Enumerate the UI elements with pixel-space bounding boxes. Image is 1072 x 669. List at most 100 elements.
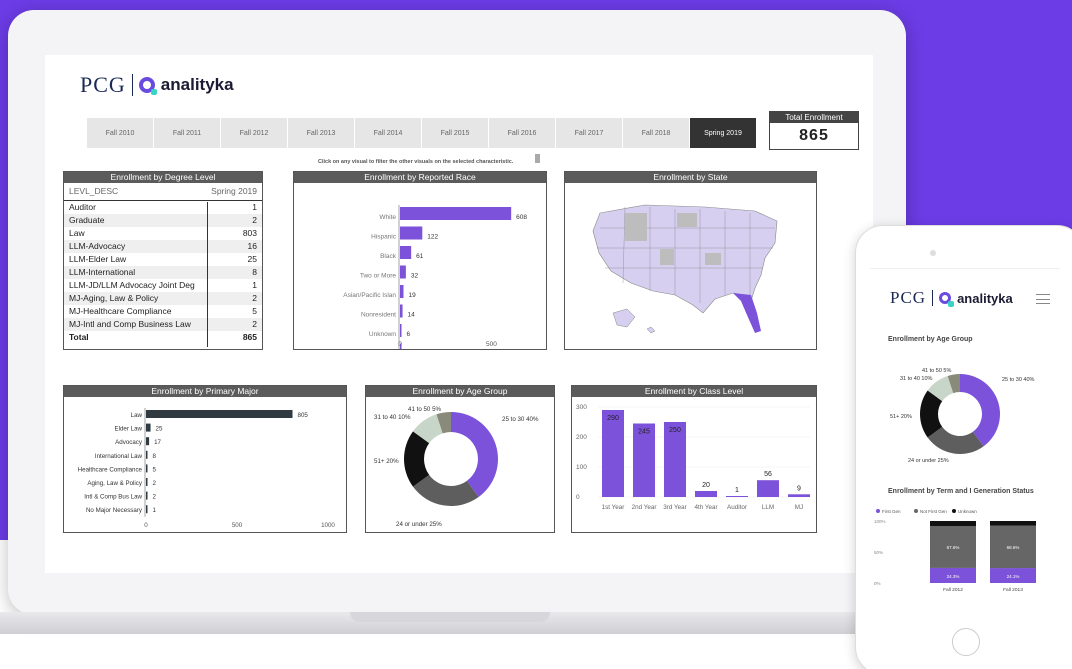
bar-value-label: 61 xyxy=(416,253,424,260)
degree-table-divider xyxy=(207,202,208,347)
us-state-map[interactable] xyxy=(565,183,816,349)
degree-level-panel[interactable]: Enrollment by Degree Level LEVL_DESC Spr… xyxy=(63,171,263,350)
major-panel[interactable]: Enrollment by Primary Major Law 805 Elder … xyxy=(63,385,347,533)
hamburger-menu-icon[interactable] xyxy=(1036,294,1050,304)
x-tick-label: MJ xyxy=(795,504,803,511)
degree-row-value: 1 xyxy=(252,202,257,212)
bar-value-label: 9 xyxy=(797,485,801,492)
total-enrollment-value: 865 xyxy=(799,127,829,144)
analityka-logo-text: analityka xyxy=(160,75,234,94)
bar-value-label: 17 xyxy=(154,439,161,446)
total-enrollment-card: Total Enrollment 865 xyxy=(769,111,859,150)
degree-row[interactable]: Law 803 xyxy=(64,227,262,240)
logo-divider xyxy=(131,74,133,96)
bar-value-label: 8 xyxy=(153,453,157,460)
degree-row-value: 803 xyxy=(242,228,257,238)
x-tick-label: 500 xyxy=(232,522,243,529)
bar-value-label: 5 xyxy=(153,466,157,473)
bar-category-label: Aging, Law & Policy xyxy=(87,480,143,487)
degree-row-value: 1 xyxy=(252,280,257,290)
donut-label: 31 to 40 10% xyxy=(900,376,933,382)
pcg-logo-text: PCG xyxy=(80,72,126,97)
degree-row-label: Graduate xyxy=(69,215,105,225)
degree-table-header: LEVL_DESC Spring 2019 xyxy=(64,183,262,201)
class-title: Enrollment by Class Level xyxy=(572,386,816,397)
term-tab-fall-2015[interactable]: Fall 2015 xyxy=(422,118,489,148)
phone-logo-divider xyxy=(932,290,934,306)
term-tab-fall-2018[interactable]: Fall 2018 xyxy=(623,118,690,148)
race-chart[interactable]: White 608 Hispanic 122 Black 61 Two or More 32 A… xyxy=(294,183,546,361)
degree-row[interactable]: LLM-Advocacy 16 xyxy=(64,240,262,253)
term-tab-fall-2017[interactable]: Fall 2017 xyxy=(556,118,623,148)
phone-home-button[interactable] xyxy=(952,628,980,656)
donut-label: 41 to 50 5% xyxy=(922,368,951,374)
bar-value-label: 1 xyxy=(153,507,157,514)
stacked-segment xyxy=(930,521,976,527)
bar xyxy=(146,464,148,473)
bar-value-label: 122 xyxy=(427,234,438,241)
bar-category-label: Intl & Comp Bus Law xyxy=(84,494,142,501)
bar xyxy=(146,491,148,500)
phone-age-donut[interactable]: 25 to 30 40% 24 or under 25% 51+ 20% 31 to … xyxy=(880,358,1060,470)
degree-row-value: 8 xyxy=(252,267,257,277)
donut-label: 25 to 30 40% xyxy=(502,416,539,423)
bar-category-label: Black xyxy=(380,253,397,260)
age-panel[interactable]: Enrollment by Age Group 25 to 30 40% 24 o… xyxy=(365,385,555,533)
hawaii-shape xyxy=(646,326,656,334)
degree-total-value: 865 xyxy=(242,332,257,342)
bar-value-label: 805 xyxy=(298,412,309,419)
bar-category-label: White xyxy=(379,214,396,221)
term-tab-fall-2011[interactable]: Fall 2011 xyxy=(154,118,221,148)
degree-row[interactable]: Auditor 1 xyxy=(64,201,262,214)
bar xyxy=(146,410,293,418)
degree-row[interactable]: MJ-Intl and Comp Business Law 2 xyxy=(64,318,262,331)
bar-category-label: Law xyxy=(131,412,143,419)
class-panel[interactable]: Enrollment by Class Level 0 100 200 300 290 1… xyxy=(571,385,817,533)
degree-row-value: 5 xyxy=(252,306,257,316)
segment-label: 67.6% xyxy=(947,545,960,550)
bar-value-label: 25 xyxy=(156,426,163,433)
bar xyxy=(602,410,624,497)
degree-row[interactable]: MJ-Healthcare Compliance 5 xyxy=(64,305,262,318)
phone-gen-chart[interactable]: First Gen Not First Gen Unknown 0% 50% 100% Fa… xyxy=(872,505,1058,597)
x-tick-label: 2nd Year xyxy=(632,504,657,511)
bar-value-label: 6 xyxy=(407,331,411,338)
term-tab-fall-2013[interactable]: Fall 2013 xyxy=(288,118,355,148)
bar-value-label: 608 xyxy=(516,214,527,221)
bar-value-label: 250 xyxy=(669,427,681,434)
donut-slice xyxy=(451,412,498,498)
bar xyxy=(146,478,148,486)
age-donut-chart[interactable]: 25 to 30 40% 24 or under 25% 51+ 20% 31 to … xyxy=(366,397,554,532)
phone-brand-logo: PCG analityka xyxy=(890,288,1013,308)
x-tick-label: Auditor xyxy=(727,504,747,511)
degree-row[interactable]: Graduate 2 xyxy=(64,214,262,227)
segment-label: 24.1% xyxy=(1007,574,1020,579)
major-chart[interactable]: Law 805Elder Law 25Advocacy 17International… xyxy=(64,397,346,532)
degree-row-label: Auditor xyxy=(69,202,96,212)
term-tab-fall-2010[interactable]: Fall 2010 xyxy=(87,118,154,148)
alaska-shape xyxy=(612,308,636,328)
florida-highlight xyxy=(733,293,761,333)
degree-row[interactable]: LLM-Elder Law 25 xyxy=(64,253,262,266)
degree-row[interactable]: LLM-International 8 xyxy=(64,266,262,279)
degree-row[interactable]: LLM-JD/LLM Advocacy Joint Deg 1 xyxy=(64,279,262,292)
race-panel[interactable]: Enrollment by Reported Race White 608 Hisp… xyxy=(293,171,547,361)
y-tick-label: 0 xyxy=(576,494,580,501)
bar xyxy=(788,494,810,497)
term-tab-fall-2016[interactable]: Fall 2016 xyxy=(489,118,556,148)
legend-label: Unknown xyxy=(958,509,977,514)
degree-total-label: Total xyxy=(69,332,89,342)
donut-label: 51+ 20% xyxy=(890,414,912,420)
donut-label: 51+ 20% xyxy=(374,458,399,465)
term-tab-fall-2014[interactable]: Fall 2014 xyxy=(355,118,422,148)
term-tab-spring-2019[interactable]: Spring 2019 xyxy=(690,118,757,148)
segment-label: 24.3% xyxy=(947,574,960,579)
bar-value-label: 1 xyxy=(735,487,739,494)
state-panel[interactable]: Enrollment by State xyxy=(564,171,817,350)
class-chart[interactable]: 0 100 200 300 290 1st Year 245 2nd Year 250 3rd Y… xyxy=(572,397,816,532)
bar-category-label: Hispanic xyxy=(371,234,397,241)
term-tab-fall-2012[interactable]: Fall 2012 xyxy=(221,118,288,148)
degree-row[interactable]: MJ-Aging, Law & Policy 2 xyxy=(64,292,262,305)
map-gray-state-2 xyxy=(677,213,697,227)
x-tick-label: 1000 xyxy=(321,522,335,529)
